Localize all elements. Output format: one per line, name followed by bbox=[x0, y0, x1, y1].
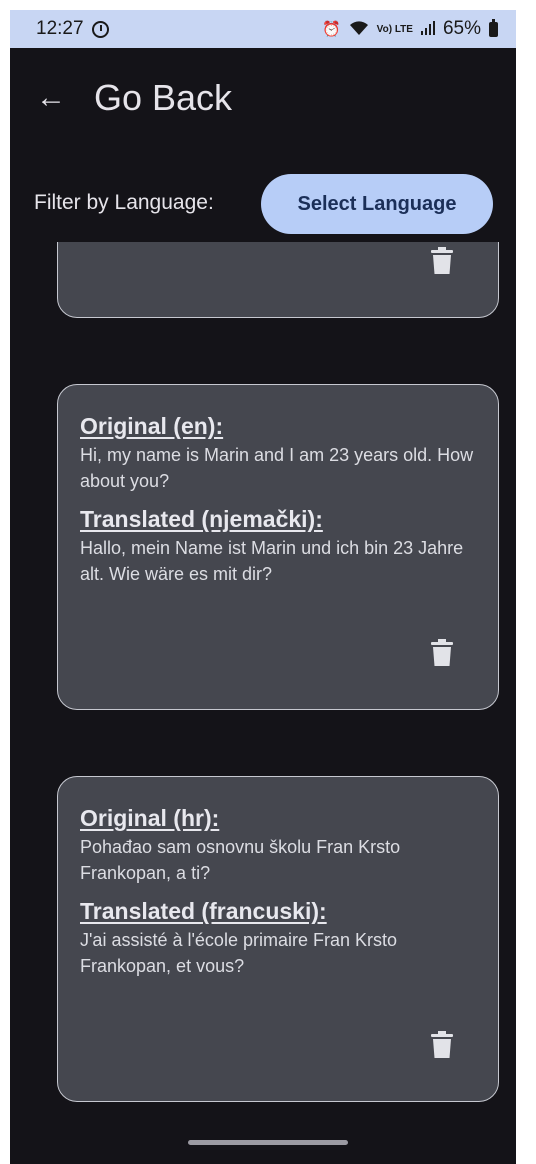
status-left: 12:27 bbox=[36, 18, 109, 40]
select-language-button[interactable]: Select Language bbox=[261, 174, 493, 234]
original-heading: Original (hr): bbox=[80, 805, 220, 831]
back-arrow-icon[interactable]: ← bbox=[36, 81, 76, 115]
delete-icon[interactable] bbox=[430, 247, 454, 275]
network-type-label: Vo) LTE bbox=[376, 23, 413, 35]
original-text: Pohađao sam osnovnu školu Fran Krsto Fra… bbox=[80, 837, 401, 883]
translation-card: Original (en): Hi, my name is Marin and … bbox=[57, 384, 499, 710]
translation-card: Original (hr): Pohađao sam osnovnu školu… bbox=[57, 776, 499, 1102]
original-text: Hi, my name is Marin and I am 23 years o… bbox=[80, 445, 474, 491]
translation-card-body: Original (hr): Pohađao sam osnovnu školu… bbox=[58, 777, 498, 979]
original-heading: Original (en): bbox=[80, 413, 224, 439]
signal-icon bbox=[420, 20, 435, 38]
translation-card bbox=[57, 242, 499, 318]
translated-text: Hallo, mein Name ist Marin und ich bin 2… bbox=[80, 538, 464, 584]
delete-icon[interactable] bbox=[430, 639, 454, 667]
translated-heading: Translated (njemački): bbox=[80, 506, 323, 532]
translation-list[interactable]: Original (en): Hi, my name is Marin and … bbox=[10, 242, 516, 1142]
translated-text: J'ai assisté à l'école primaire Fran Krs… bbox=[80, 930, 397, 976]
translation-card-body: Original (en): Hi, my name is Marin and … bbox=[58, 385, 498, 587]
battery-icon bbox=[489, 18, 498, 37]
status-time: 12:27 bbox=[36, 18, 84, 39]
language-filter-row: Filter by Language: Select Language bbox=[10, 172, 516, 234]
home-indicator[interactable] bbox=[188, 1140, 348, 1145]
delete-icon[interactable] bbox=[430, 1031, 454, 1059]
top-app-bar: ← Go Back bbox=[10, 66, 516, 130]
sync-icon bbox=[91, 20, 109, 38]
wifi-icon bbox=[349, 20, 369, 39]
filter-label: Filter by Language: bbox=[34, 191, 214, 214]
page-title[interactable]: Go Back bbox=[94, 77, 232, 119]
alarm-icon: ⏰ bbox=[321, 20, 341, 38]
battery-percent: 65% bbox=[442, 18, 481, 39]
status-right: ⏰ Vo) LTE 65% bbox=[322, 18, 498, 40]
translated-heading: Translated (francuski): bbox=[80, 898, 327, 924]
status-bar: 12:27 ⏰ Vo) LTE 65% bbox=[10, 10, 516, 48]
app-screen: 12:27 ⏰ Vo) LTE 65% ← Go Back Filter by … bbox=[10, 10, 516, 1164]
